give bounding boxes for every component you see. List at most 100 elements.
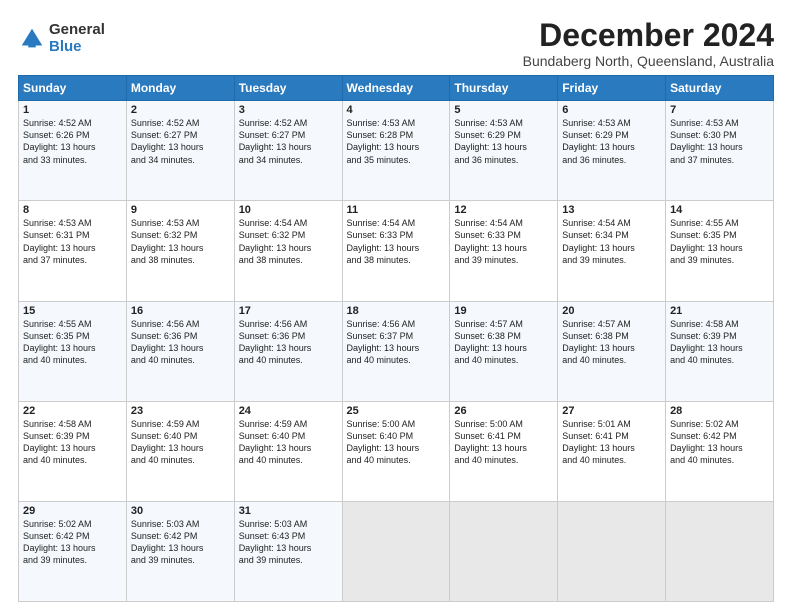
day-number: 19 [454,305,553,317]
day-detail: Sunrise: 5:02 AM Sunset: 6:42 PM Dayligh… [23,518,122,567]
day-detail: Sunrise: 4:56 AM Sunset: 6:36 PM Dayligh… [131,318,230,367]
day-detail: Sunrise: 4:57 AM Sunset: 6:38 PM Dayligh… [562,318,661,367]
day-cell: 22Sunrise: 4:58 AM Sunset: 6:39 PM Dayli… [19,401,127,501]
title-block: December 2024 Bundaberg North, Queenslan… [523,18,774,69]
day-detail: Sunrise: 4:55 AM Sunset: 6:35 PM Dayligh… [23,318,122,367]
day-cell [666,501,774,601]
day-detail: Sunrise: 4:58 AM Sunset: 6:39 PM Dayligh… [670,318,769,367]
day-number: 8 [23,204,122,216]
day-detail: Sunrise: 4:59 AM Sunset: 6:40 PM Dayligh… [131,418,230,467]
week-row-2: 8Sunrise: 4:53 AM Sunset: 6:31 PM Daylig… [19,201,774,301]
day-detail: Sunrise: 5:00 AM Sunset: 6:40 PM Dayligh… [347,418,446,467]
header-cell-wednesday: Wednesday [342,76,450,101]
day-number: 30 [131,505,230,517]
day-cell: 7Sunrise: 4:53 AM Sunset: 6:30 PM Daylig… [666,101,774,201]
day-cell: 6Sunrise: 4:53 AM Sunset: 6:29 PM Daylig… [558,101,666,201]
day-cell: 15Sunrise: 4:55 AM Sunset: 6:35 PM Dayli… [19,301,127,401]
header: General Blue December 2024 Bundaberg Nor… [18,18,774,69]
calendar-body: 1Sunrise: 4:52 AM Sunset: 6:26 PM Daylig… [19,101,774,602]
header-cell-monday: Monday [126,76,234,101]
day-detail: Sunrise: 4:53 AM Sunset: 6:29 PM Dayligh… [454,117,553,166]
logo: General Blue [18,22,105,55]
day-cell: 27Sunrise: 5:01 AM Sunset: 6:41 PM Dayli… [558,401,666,501]
week-row-1: 1Sunrise: 4:52 AM Sunset: 6:26 PM Daylig… [19,101,774,201]
day-cell [342,501,450,601]
day-number: 12 [454,204,553,216]
day-number: 13 [562,204,661,216]
day-cell [450,501,558,601]
day-cell: 19Sunrise: 4:57 AM Sunset: 6:38 PM Dayli… [450,301,558,401]
day-number: 21 [670,305,769,317]
day-cell: 3Sunrise: 4:52 AM Sunset: 6:27 PM Daylig… [234,101,342,201]
header-cell-saturday: Saturday [666,76,774,101]
day-detail: Sunrise: 4:55 AM Sunset: 6:35 PM Dayligh… [670,217,769,266]
day-number: 27 [562,405,661,417]
day-detail: Sunrise: 4:52 AM Sunset: 6:27 PM Dayligh… [239,117,338,166]
day-detail: Sunrise: 4:52 AM Sunset: 6:26 PM Dayligh… [23,117,122,166]
day-detail: Sunrise: 4:54 AM Sunset: 6:33 PM Dayligh… [454,217,553,266]
day-cell: 26Sunrise: 5:00 AM Sunset: 6:41 PM Dayli… [450,401,558,501]
day-number: 11 [347,204,446,216]
day-detail: Sunrise: 4:53 AM Sunset: 6:30 PM Dayligh… [670,117,769,166]
day-detail: Sunrise: 5:01 AM Sunset: 6:41 PM Dayligh… [562,418,661,467]
day-cell: 16Sunrise: 4:56 AM Sunset: 6:36 PM Dayli… [126,301,234,401]
day-cell: 28Sunrise: 5:02 AM Sunset: 6:42 PM Dayli… [666,401,774,501]
day-number: 24 [239,405,338,417]
day-number: 16 [131,305,230,317]
day-cell: 31Sunrise: 5:03 AM Sunset: 6:43 PM Dayli… [234,501,342,601]
day-cell: 10Sunrise: 4:54 AM Sunset: 6:32 PM Dayli… [234,201,342,301]
day-detail: Sunrise: 4:54 AM Sunset: 6:32 PM Dayligh… [239,217,338,266]
logo-icon [18,25,46,53]
header-cell-tuesday: Tuesday [234,76,342,101]
day-number: 5 [454,104,553,116]
day-cell: 11Sunrise: 4:54 AM Sunset: 6:33 PM Dayli… [342,201,450,301]
day-cell: 12Sunrise: 4:54 AM Sunset: 6:33 PM Dayli… [450,201,558,301]
logo-general-text: General [49,22,105,39]
day-cell: 2Sunrise: 4:52 AM Sunset: 6:27 PM Daylig… [126,101,234,201]
calendar-table: SundayMondayTuesdayWednesdayThursdayFrid… [18,75,774,602]
day-number: 2 [131,104,230,116]
day-number: 9 [131,204,230,216]
day-cell: 18Sunrise: 4:56 AM Sunset: 6:37 PM Dayli… [342,301,450,401]
day-detail: Sunrise: 5:00 AM Sunset: 6:41 PM Dayligh… [454,418,553,467]
day-number: 22 [23,405,122,417]
week-row-4: 22Sunrise: 4:58 AM Sunset: 6:39 PM Dayli… [19,401,774,501]
header-row: SundayMondayTuesdayWednesdayThursdayFrid… [19,76,774,101]
day-cell: 20Sunrise: 4:57 AM Sunset: 6:38 PM Dayli… [558,301,666,401]
day-cell: 30Sunrise: 5:03 AM Sunset: 6:42 PM Dayli… [126,501,234,601]
day-number: 7 [670,104,769,116]
main-title: December 2024 [523,18,774,53]
day-detail: Sunrise: 4:56 AM Sunset: 6:37 PM Dayligh… [347,318,446,367]
day-detail: Sunrise: 4:52 AM Sunset: 6:27 PM Dayligh… [131,117,230,166]
day-number: 23 [131,405,230,417]
day-cell: 14Sunrise: 4:55 AM Sunset: 6:35 PM Dayli… [666,201,774,301]
day-detail: Sunrise: 5:03 AM Sunset: 6:43 PM Dayligh… [239,518,338,567]
logo-text: General Blue [49,22,105,55]
day-number: 18 [347,305,446,317]
day-detail: Sunrise: 4:54 AM Sunset: 6:34 PM Dayligh… [562,217,661,266]
day-cell: 4Sunrise: 4:53 AM Sunset: 6:28 PM Daylig… [342,101,450,201]
day-cell: 9Sunrise: 4:53 AM Sunset: 6:32 PM Daylig… [126,201,234,301]
calendar-header: SundayMondayTuesdayWednesdayThursdayFrid… [19,76,774,101]
day-number: 3 [239,104,338,116]
day-cell: 29Sunrise: 5:02 AM Sunset: 6:42 PM Dayli… [19,501,127,601]
day-detail: Sunrise: 4:53 AM Sunset: 6:31 PM Dayligh… [23,217,122,266]
day-detail: Sunrise: 4:58 AM Sunset: 6:39 PM Dayligh… [23,418,122,467]
day-detail: Sunrise: 4:53 AM Sunset: 6:29 PM Dayligh… [562,117,661,166]
day-detail: Sunrise: 5:02 AM Sunset: 6:42 PM Dayligh… [670,418,769,467]
day-number: 15 [23,305,122,317]
day-number: 10 [239,204,338,216]
day-cell: 13Sunrise: 4:54 AM Sunset: 6:34 PM Dayli… [558,201,666,301]
day-number: 25 [347,405,446,417]
day-number: 29 [23,505,122,517]
day-number: 17 [239,305,338,317]
day-detail: Sunrise: 4:59 AM Sunset: 6:40 PM Dayligh… [239,418,338,467]
day-cell: 25Sunrise: 5:00 AM Sunset: 6:40 PM Dayli… [342,401,450,501]
header-cell-friday: Friday [558,76,666,101]
day-number: 28 [670,405,769,417]
day-cell: 21Sunrise: 4:58 AM Sunset: 6:39 PM Dayli… [666,301,774,401]
day-detail: Sunrise: 5:03 AM Sunset: 6:42 PM Dayligh… [131,518,230,567]
header-cell-sunday: Sunday [19,76,127,101]
day-number: 1 [23,104,122,116]
header-cell-thursday: Thursday [450,76,558,101]
